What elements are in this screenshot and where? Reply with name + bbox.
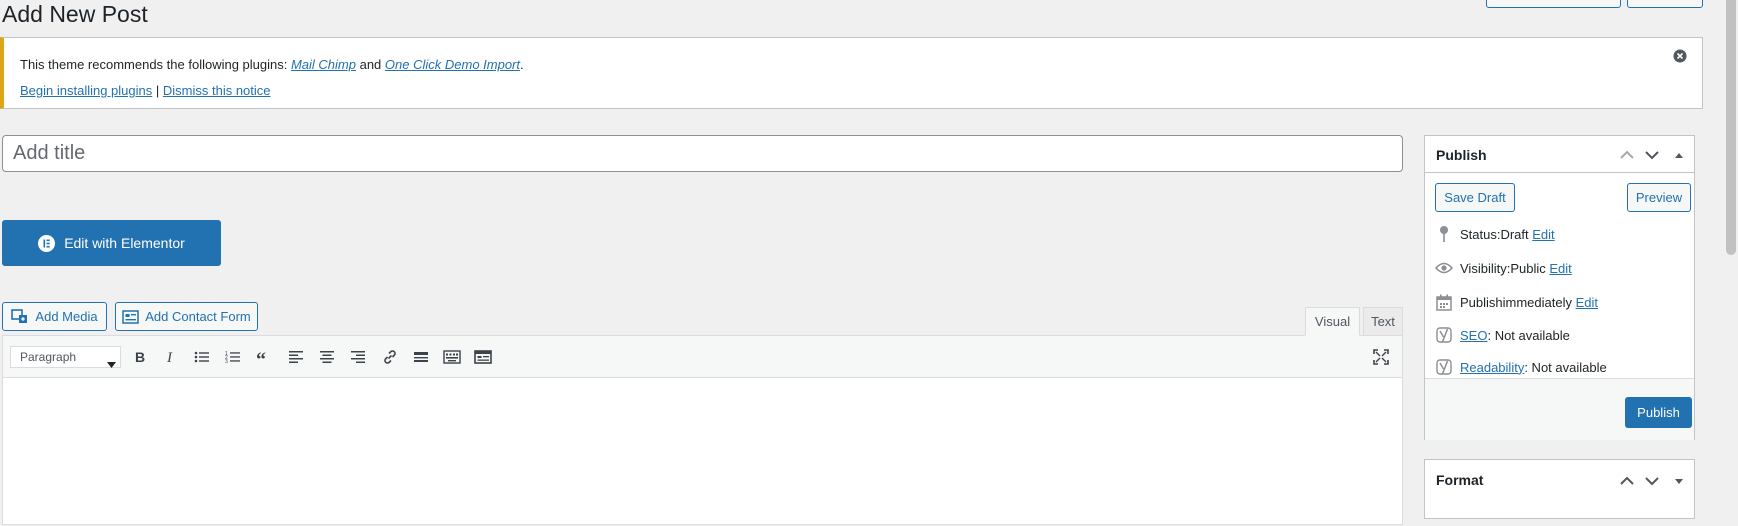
svg-text:3: 3: [225, 359, 228, 364]
notice-and: and: [355, 57, 385, 72]
add-contact-form-label: Add Contact Form: [145, 309, 251, 324]
publish-box: Publish Save Draft Preview Status: Draft…: [1424, 135, 1695, 440]
fullscreen-icon[interactable]: [1369, 346, 1393, 368]
toolbar-toggle-icon[interactable]: [440, 346, 464, 368]
begin-installing-plugins-link[interactable]: Begin installing plugins: [20, 83, 152, 98]
notice-suffix: .: [520, 57, 524, 72]
yoast-seo-icon: [1435, 326, 1453, 344]
link-icon[interactable]: [378, 346, 402, 368]
edit-status-link[interactable]: Edit: [1532, 227, 1554, 242]
edit-with-elementor-button[interactable]: Edit with Elementor: [2, 220, 221, 266]
content-editor: Paragraph B I 123 “: [2, 335, 1403, 525]
scrollbar-thumb[interactable]: [1726, 0, 1736, 255]
notice-prefix: This theme recommends the following plug…: [20, 57, 291, 72]
format-box-title: Format: [1436, 472, 1484, 488]
page-title: Add New Post: [2, 1, 148, 27]
status-row: Status: Draft Edit: [1435, 225, 1555, 243]
publish-date-row: Publish immediately Edit: [1435, 293, 1598, 311]
editor-content-area[interactable]: [3, 378, 1402, 526]
visibility-row: Visibility: Public Edit: [1435, 259, 1572, 277]
add-media-button[interactable]: Add Media: [2, 302, 107, 331]
pin-icon: [1435, 225, 1453, 243]
one-click-demo-import-link[interactable]: One Click Demo Import: [385, 57, 520, 72]
post-title-input[interactable]: [2, 135, 1403, 172]
edit-visibility-link[interactable]: Edit: [1549, 261, 1571, 276]
format-select-value: Paragraph: [20, 350, 77, 364]
preview-button[interactable]: Preview: [1627, 183, 1691, 212]
eye-icon: [1435, 259, 1453, 277]
publish-date-value: immediately: [1502, 294, 1572, 310]
notice-actions: Begin installing plugins | Dismiss this …: [20, 83, 271, 98]
editor-toolbar: Paragraph B I 123 “: [3, 336, 1402, 378]
contact-form-icon[interactable]: [471, 346, 495, 368]
dismiss-notice-link[interactable]: Dismiss this notice: [163, 83, 271, 98]
seo-value: : Not available: [1487, 327, 1570, 343]
add-contact-form-button[interactable]: Add Contact Form: [115, 302, 258, 331]
bold-icon[interactable]: B: [128, 346, 152, 368]
readability-value: : Not available: [1524, 359, 1607, 375]
status-label: Status:: [1460, 226, 1501, 242]
yoast-readability-icon: [1435, 358, 1453, 376]
add-media-label: Add Media: [35, 309, 98, 324]
format-select[interactable]: Paragraph: [10, 346, 121, 368]
tab-visual[interactable]: Visual: [1305, 307, 1360, 336]
readability-row: Readability : Not available: [1435, 358, 1607, 376]
media-icon: [11, 308, 29, 325]
chevron-down-icon[interactable]: [1643, 472, 1661, 490]
help-button[interactable]: [1627, 0, 1703, 8]
elementor-icon: [38, 234, 56, 252]
align-right-icon[interactable]: [346, 346, 370, 368]
notice-text: This theme recommends the following plug…: [20, 57, 524, 72]
readability-link[interactable]: Readability: [1460, 360, 1524, 375]
chevron-down-icon: [107, 354, 116, 374]
mail-chimp-link[interactable]: Mail Chimp: [291, 57, 356, 72]
seo-link[interactable]: SEO: [1460, 328, 1487, 343]
plugin-notice: This theme recommends the following plug…: [0, 37, 1703, 109]
numbered-list-icon[interactable]: 123: [221, 346, 245, 368]
svg-text:B: B: [135, 350, 145, 364]
visibility-value: Public: [1510, 260, 1546, 276]
expand-toggle-icon[interactable]: [1670, 472, 1688, 490]
svg-text:“: “: [256, 350, 266, 364]
publish-date-label: Publish: [1460, 294, 1503, 310]
chevron-up-icon[interactable]: [1618, 146, 1636, 164]
publish-box-header: Publish: [1425, 136, 1694, 173]
notice-separator: |: [152, 83, 163, 98]
status-value: Draft: [1500, 226, 1529, 242]
screen-options-button[interactable]: [1486, 0, 1621, 8]
chevron-up-icon[interactable]: [1618, 472, 1636, 490]
calendar-icon: [1435, 293, 1453, 311]
align-center-icon[interactable]: [315, 346, 339, 368]
tab-text[interactable]: Text: [1363, 307, 1403, 336]
bulleted-list-icon[interactable]: [190, 346, 214, 368]
read-more-icon[interactable]: [409, 346, 433, 368]
edit-publish-date-link[interactable]: Edit: [1576, 295, 1598, 310]
publish-box-title: Publish: [1436, 147, 1487, 163]
chevron-down-icon[interactable]: [1643, 146, 1661, 164]
elementor-button-label: Edit with Elementor: [64, 235, 185, 251]
italic-icon[interactable]: I: [159, 346, 183, 368]
visibility-label: Visibility:: [1460, 260, 1511, 276]
contact-form-icon: [122, 309, 139, 324]
dismiss-notice-icon[interactable]: [1673, 49, 1687, 63]
svg-text:I: I: [166, 350, 173, 364]
blockquote-icon[interactable]: “: [252, 346, 276, 368]
align-left-icon[interactable]: [284, 346, 308, 368]
publish-button[interactable]: Publish: [1625, 397, 1692, 428]
collapse-toggle-icon[interactable]: [1670, 146, 1688, 164]
save-draft-button[interactable]: Save Draft: [1435, 183, 1515, 212]
format-box: Format: [1424, 459, 1695, 519]
seo-row: SEO : Not available: [1435, 326, 1570, 344]
